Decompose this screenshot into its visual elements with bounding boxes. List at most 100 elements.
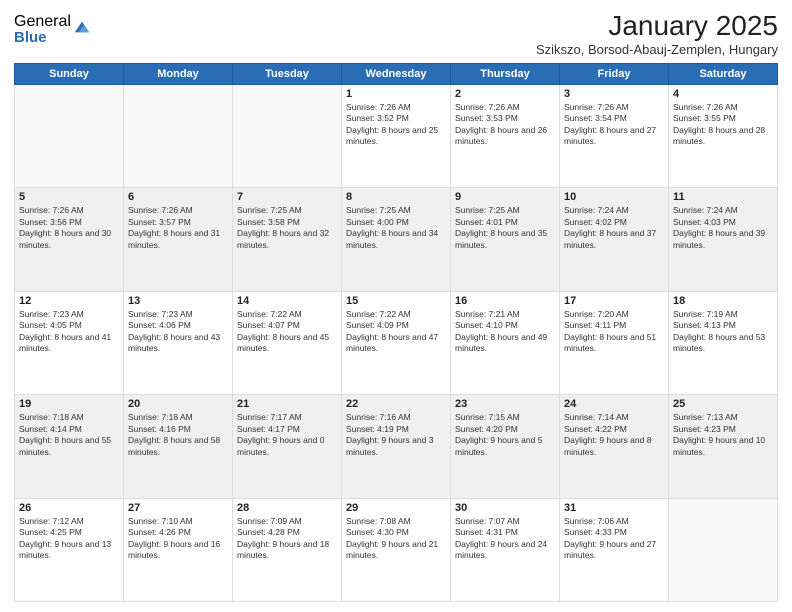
day-number: 26 (19, 502, 119, 514)
calendar-week-row: 5 Sunrise: 7:26 AM Sunset: 3:56 PM Daylig… (15, 188, 778, 291)
table-row: 18Sunrise: 7:19 AM Sunset: 4:13 PM Dayli… (669, 291, 778, 394)
day-number: 31 (564, 502, 664, 514)
page-container: General Blue January 2025 Szikszo, Borso… (0, 0, 792, 612)
table-row (233, 85, 342, 188)
table-row (15, 85, 124, 188)
day-info: Sunrise: 7:18 AM Sunset: 4:16 PM Dayligh… (128, 412, 228, 458)
day-info: Sunrise: 7:26 AM Sunset: 3:57 PM Dayligh… (128, 205, 228, 251)
calendar-header-row: Sunday Monday Tuesday Wednesday Thursday… (15, 64, 778, 85)
table-row: 15 Sunrise: 7:22 AM Sunset: 4:09 PM Dayli… (342, 291, 451, 394)
day-number: 30 (455, 502, 555, 514)
day-info: Sunrise: 7:26 AM Sunset: 3:54 PM Dayligh… (564, 102, 664, 148)
day-number: 16 (455, 295, 555, 307)
day-info: Sunrise: 7:24 AM Sunset: 4:02 PM Dayligh… (564, 205, 664, 251)
day-number: 17 (564, 295, 664, 307)
table-row: 3 Sunrise: 7:26 AM Sunset: 3:54 PM Daylig… (560, 85, 669, 188)
day-number: 2 (455, 88, 555, 100)
day-number: 12 (19, 295, 119, 307)
day-number: 3 (564, 88, 664, 100)
day-info: Sunrise: 7:19 AM Sunset: 4:13 PM Dayligh… (673, 309, 773, 355)
table-row: 12 Sunrise: 7:23 AM Sunset: 4:05 PM Dayli… (15, 291, 124, 394)
day-info: Sunrise: 7:23 AM Sunset: 4:05 PM Dayligh… (19, 309, 119, 355)
day-info: Sunrise: 7:06 AM Sunset: 4:33 PM Dayligh… (564, 516, 664, 562)
page-header: General Blue January 2025 Szikszo, Borso… (14, 10, 778, 57)
day-info: Sunrise: 7:26 AM Sunset: 3:55 PM Dayligh… (673, 102, 773, 148)
table-row: 20 Sunrise: 7:18 AM Sunset: 4:16 PM Dayli… (124, 395, 233, 498)
header-saturday: Saturday (669, 64, 778, 85)
table-row: 1Sunrise: 7:26 AM Sunset: 3:52 PM Daylig… (342, 85, 451, 188)
day-number: 15 (346, 295, 446, 307)
table-row: 8 Sunrise: 7:25 AM Sunset: 4:00 PM Daylig… (342, 188, 451, 291)
day-info: Sunrise: 7:26 AM Sunset: 3:56 PM Dayligh… (19, 205, 119, 251)
logo: General Blue (14, 14, 91, 45)
table-row: 11 Sunrise: 7:24 AM Sunset: 4:03 PM Dayli… (669, 188, 778, 291)
day-info: Sunrise: 7:25 AM Sunset: 4:01 PM Dayligh… (455, 205, 555, 251)
header-friday: Friday (560, 64, 669, 85)
header-wednesday: Wednesday (342, 64, 451, 85)
table-row: 5 Sunrise: 7:26 AM Sunset: 3:56 PM Daylig… (15, 188, 124, 291)
calendar-week-row: 12 Sunrise: 7:23 AM Sunset: 4:05 PM Dayli… (15, 291, 778, 394)
day-info: Sunrise: 7:07 AM Sunset: 4:31 PM Dayligh… (455, 516, 555, 562)
day-number: 27 (128, 502, 228, 514)
month-year-title: January 2025 (536, 10, 778, 42)
table-row: 23Sunrise: 7:15 AM Sunset: 4:20 PM Dayli… (451, 395, 560, 498)
day-info: Sunrise: 7:10 AM Sunset: 4:26 PM Dayligh… (128, 516, 228, 562)
table-row: 28 Sunrise: 7:09 AM Sunset: 4:28 PM Dayli… (233, 498, 342, 601)
day-info: Sunrise: 7:09 AM Sunset: 4:28 PM Dayligh… (237, 516, 337, 562)
day-number: 20 (128, 398, 228, 410)
day-info: Sunrise: 7:21 AM Sunset: 4:10 PM Dayligh… (455, 309, 555, 355)
day-number: 8 (346, 191, 446, 203)
table-row (124, 85, 233, 188)
logo-general: General (14, 14, 71, 30)
day-info: Sunrise: 7:22 AM Sunset: 4:07 PM Dayligh… (237, 309, 337, 355)
day-number: 22 (346, 398, 446, 410)
day-info: Sunrise: 7:24 AM Sunset: 4:03 PM Dayligh… (673, 205, 773, 251)
calendar-table: Sunday Monday Tuesday Wednesday Thursday… (14, 63, 778, 602)
day-info: Sunrise: 7:15 AM Sunset: 4:20 PM Dayligh… (455, 412, 555, 458)
day-number: 11 (673, 191, 773, 203)
table-row: 30 Sunrise: 7:07 AM Sunset: 4:31 PM Dayli… (451, 498, 560, 601)
logo-icon (73, 18, 91, 36)
day-number: 21 (237, 398, 337, 410)
day-number: 29 (346, 502, 446, 514)
day-info: Sunrise: 7:17 AM Sunset: 4:17 PM Dayligh… (237, 412, 337, 458)
day-number: 10 (564, 191, 664, 203)
table-row: 27 Sunrise: 7:10 AM Sunset: 4:26 PM Dayli… (124, 498, 233, 601)
day-info: Sunrise: 7:13 AM Sunset: 4:23 PM Dayligh… (673, 412, 773, 458)
day-number: 4 (673, 88, 773, 100)
day-info: Sunrise: 7:23 AM Sunset: 4:06 PM Dayligh… (128, 309, 228, 355)
day-info: Sunrise: 7:08 AM Sunset: 4:30 PM Dayligh… (346, 516, 446, 562)
table-row: 29 Sunrise: 7:08 AM Sunset: 4:30 PM Dayli… (342, 498, 451, 601)
table-row: 9 Sunrise: 7:25 AM Sunset: 4:01 PM Daylig… (451, 188, 560, 291)
day-number: 25 (673, 398, 773, 410)
day-number: 14 (237, 295, 337, 307)
day-info: Sunrise: 7:22 AM Sunset: 4:09 PM Dayligh… (346, 309, 446, 355)
table-row (669, 498, 778, 601)
day-number: 6 (128, 191, 228, 203)
day-info: Sunrise: 7:14 AM Sunset: 4:22 PM Dayligh… (564, 412, 664, 458)
calendar-week-row: 19Sunrise: 7:18 AM Sunset: 4:14 PM Dayli… (15, 395, 778, 498)
table-row: 21 Sunrise: 7:17 AM Sunset: 4:17 PM Dayli… (233, 395, 342, 498)
day-number: 28 (237, 502, 337, 514)
table-row: 26Sunrise: 7:12 AM Sunset: 4:25 PM Dayli… (15, 498, 124, 601)
header-sunday: Sunday (15, 64, 124, 85)
day-number: 5 (19, 191, 119, 203)
location-subtitle: Szikszo, Borsod-Abauj-Zemplen, Hungary (536, 42, 778, 57)
table-row: 6 Sunrise: 7:26 AM Sunset: 3:57 PM Daylig… (124, 188, 233, 291)
day-number: 19 (19, 398, 119, 410)
table-row: 31 Sunrise: 7:06 AM Sunset: 4:33 PM Dayli… (560, 498, 669, 601)
table-row: 7Sunrise: 7:25 AM Sunset: 3:58 PM Daylig… (233, 188, 342, 291)
logo-blue: Blue (14, 30, 71, 45)
day-number: 9 (455, 191, 555, 203)
table-row: 25 Sunrise: 7:13 AM Sunset: 4:23 PM Dayli… (669, 395, 778, 498)
logo-text: General Blue (14, 14, 71, 45)
table-row: 14 Sunrise: 7:22 AM Sunset: 4:07 PM Dayli… (233, 291, 342, 394)
day-info: Sunrise: 7:16 AM Sunset: 4:19 PM Dayligh… (346, 412, 446, 458)
day-info: Sunrise: 7:25 AM Sunset: 4:00 PM Dayligh… (346, 205, 446, 251)
day-number: 7 (237, 191, 337, 203)
day-number: 13 (128, 295, 228, 307)
table-row: 22 Sunrise: 7:16 AM Sunset: 4:19 PM Dayli… (342, 395, 451, 498)
day-info: Sunrise: 7:20 AM Sunset: 4:11 PM Dayligh… (564, 309, 664, 355)
day-info: Sunrise: 7:26 AM Sunset: 3:53 PM Dayligh… (455, 102, 555, 148)
table-row: 19Sunrise: 7:18 AM Sunset: 4:14 PM Dayli… (15, 395, 124, 498)
